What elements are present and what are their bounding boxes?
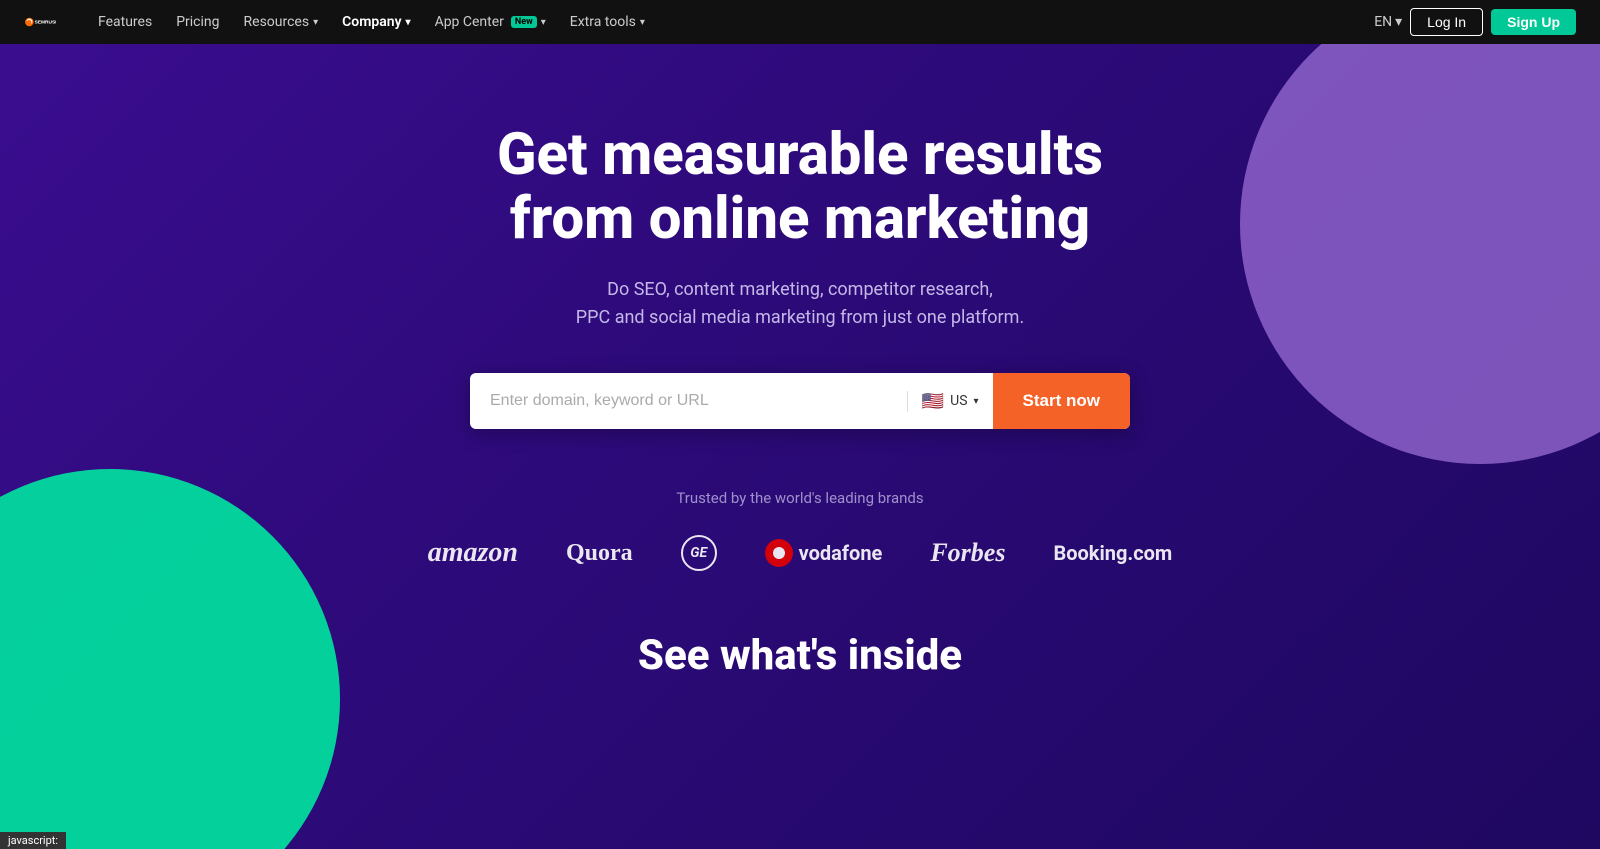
hero-content: Get measurable results from online marke… (450, 124, 1150, 429)
nav-pricing[interactable]: Pricing (166, 8, 229, 36)
amazon-logo: amazon (428, 537, 518, 569)
see-inside-title: See what's inside (638, 631, 962, 680)
start-now-button[interactable]: Start now (993, 373, 1130, 429)
status-bar: javascript: (0, 832, 66, 849)
trust-section: Trusted by the world's leading brands am… (428, 489, 1173, 571)
flag-icon: 🇺🇸 (922, 391, 944, 412)
hero-title: Get measurable results from online marke… (470, 124, 1130, 252)
country-selector[interactable]: 🇺🇸 US ▾ (907, 391, 993, 412)
quora-logo: Quora (566, 540, 633, 567)
nav-links: Features Pricing Resources ▾ Company ▾ A… (88, 8, 1374, 36)
language-selector[interactable]: EN ▾ (1374, 14, 1402, 30)
decorative-circle-purple (1240, 44, 1600, 464)
hero-section: Get measurable results from online marke… (0, 44, 1600, 849)
chevron-down-icon: ▾ (640, 17, 645, 28)
chevron-down-icon: ▾ (541, 17, 546, 28)
nav-app-center[interactable]: App Center New ▾ (425, 8, 556, 36)
nav-resources[interactable]: Resources ▾ (234, 8, 329, 36)
login-button[interactable]: Log In (1410, 8, 1483, 36)
nav-right: EN ▾ Log In Sign Up (1374, 8, 1576, 36)
new-badge: New (511, 16, 537, 28)
booking-logo: Booking.com (1053, 541, 1172, 565)
chevron-down-icon: ▾ (406, 17, 411, 28)
vodafone-logo: vodafone (765, 539, 883, 567)
chevron-down-icon: ▾ (974, 396, 979, 407)
ge-logo: GE (681, 535, 717, 571)
svg-text:SEMRUSH: SEMRUSH (35, 20, 56, 26)
logo[interactable]: SEMRUSH (24, 10, 56, 34)
nav-features[interactable]: Features (88, 8, 162, 36)
forbes-logo: Forbes (930, 538, 1005, 568)
see-inside-section: See what's inside (638, 631, 962, 680)
search-bar: 🇺🇸 US ▾ Start now (470, 373, 1130, 429)
nav-company[interactable]: Company ▾ (332, 8, 420, 36)
navbar: SEMRUSH Features Pricing Resources ▾ Com… (0, 0, 1600, 44)
brand-logos: amazon Quora GE vodafone Forbes Booking.… (428, 535, 1173, 571)
search-input[interactable] (470, 374, 907, 428)
signup-button[interactable]: Sign Up (1491, 9, 1576, 35)
chevron-down-icon: ▾ (313, 17, 318, 28)
nav-extra-tools[interactable]: Extra tools ▾ (560, 8, 655, 36)
chevron-down-icon: ▾ (1395, 14, 1402, 30)
hero-subtitle: Do SEO, content marketing, competitor re… (470, 276, 1130, 334)
decorative-circle-green (0, 469, 340, 849)
trust-label: Trusted by the world's leading brands (428, 489, 1173, 507)
